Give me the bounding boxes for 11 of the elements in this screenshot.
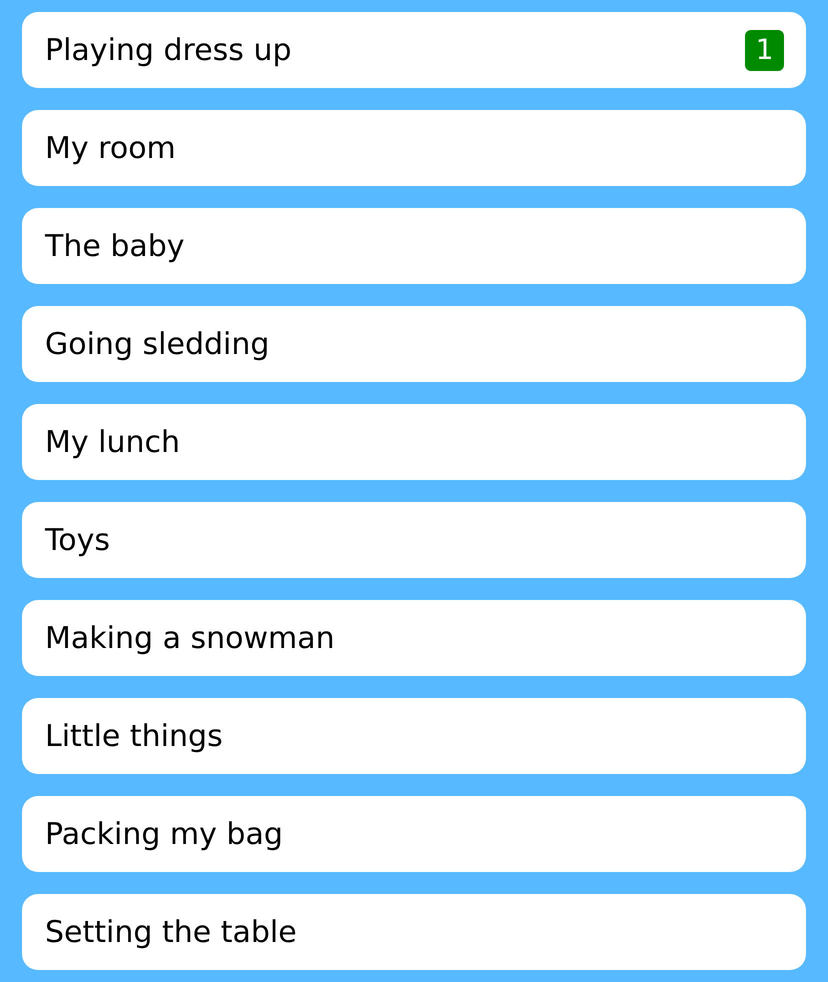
list-item[interactable]: My room [22,110,806,186]
list-item[interactable]: Going sledding [22,306,806,382]
count-badge: 1 [745,30,784,70]
list-item[interactable]: Little things [22,698,806,774]
list-item[interactable]: Packing my bag [22,796,806,872]
list-item[interactable]: Setting the table [22,894,806,970]
list-item[interactable]: Toys [22,502,806,578]
list-item[interactable]: My lunch [22,404,806,480]
list-item[interactable]: Playing dress up 1 [22,12,806,88]
list-item[interactable]: The baby [22,208,806,284]
list-item[interactable]: Making a snowman [22,600,806,676]
